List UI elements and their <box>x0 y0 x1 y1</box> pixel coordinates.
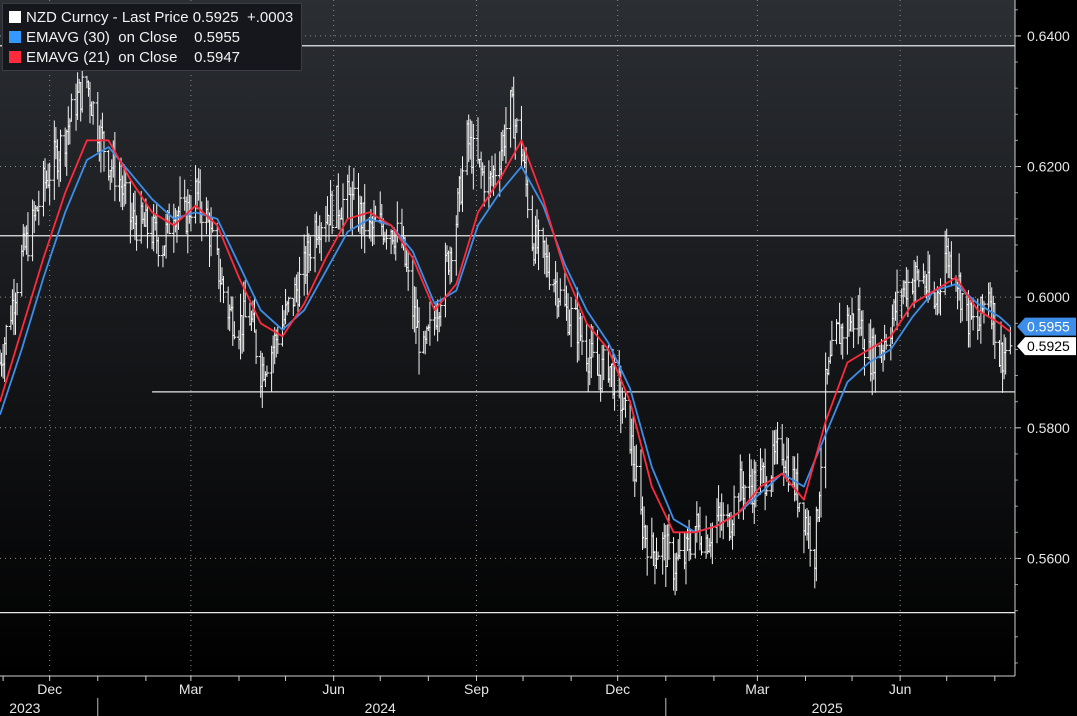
y-tick-label: 0.5800 <box>1027 420 1070 436</box>
price-tag-label: 0.5925 <box>1027 338 1070 354</box>
axis-background <box>1015 0 1077 716</box>
y-tick-label: 0.6200 <box>1027 159 1070 175</box>
x-month-label: Sep <box>464 681 489 697</box>
x-month-label: Mar <box>179 681 203 697</box>
legend-swatch-ema21 <box>9 51 21 63</box>
legend-swatch-ema30 <box>9 31 21 43</box>
x-year-label: 2023 <box>9 700 40 716</box>
price-tag: 0.5925 <box>1017 337 1076 356</box>
y-tick-label: 0.6000 <box>1027 289 1070 305</box>
legend-ema21-name: EMAVG (21) on Close <box>26 48 178 66</box>
x-month-label: Dec <box>37 681 62 697</box>
x-month-label: Mar <box>745 681 769 697</box>
y-tick-label: 0.6400 <box>1027 28 1070 44</box>
x-month-label: Jun <box>322 681 345 697</box>
legend-row-price: NZD Curncy - Last Price 0.5925 +.0003 <box>9 7 293 27</box>
price-chart: 0.5600 0.5800 0.6000 0.6200 0.6400 Dec Mar Jun… <box>0 0 1077 716</box>
x-year-label: 2025 <box>812 700 843 716</box>
price-tag: 0.5955 <box>1017 317 1076 336</box>
legend-price-change: +.0003 <box>246 8 294 26</box>
legend-price-name: NZD Curncy - Last Price <box>26 8 189 26</box>
x-month-label: Jun <box>889 681 912 697</box>
legend-price-value: 0.5925 <box>192 8 239 26</box>
x-month-label: Dec <box>605 681 630 697</box>
y-tick-label: 0.5600 <box>1027 550 1070 566</box>
x-year-label: 2024 <box>365 700 396 716</box>
legend-ema30-value: 0.5955 <box>194 28 241 46</box>
legend-swatch-price <box>9 11 21 23</box>
legend-row-ema21: EMAVG (21) on Close 0.5947 <box>9 47 293 67</box>
legend-ema30-name: EMAVG (30) on Close <box>26 28 178 46</box>
legend-row-ema30: EMAVG (30) on Close 0.5955 <box>9 27 293 47</box>
legend: NZD Curncy - Last Price 0.5925 +.0003 EM… <box>2 3 303 71</box>
x-axis: Dec Mar Jun Sep Dec Mar Jun 2023 2024 2025 <box>0 675 1015 716</box>
price-tag-label: 0.5955 <box>1027 319 1070 335</box>
legend-ema21-value: 0.5947 <box>194 48 241 66</box>
